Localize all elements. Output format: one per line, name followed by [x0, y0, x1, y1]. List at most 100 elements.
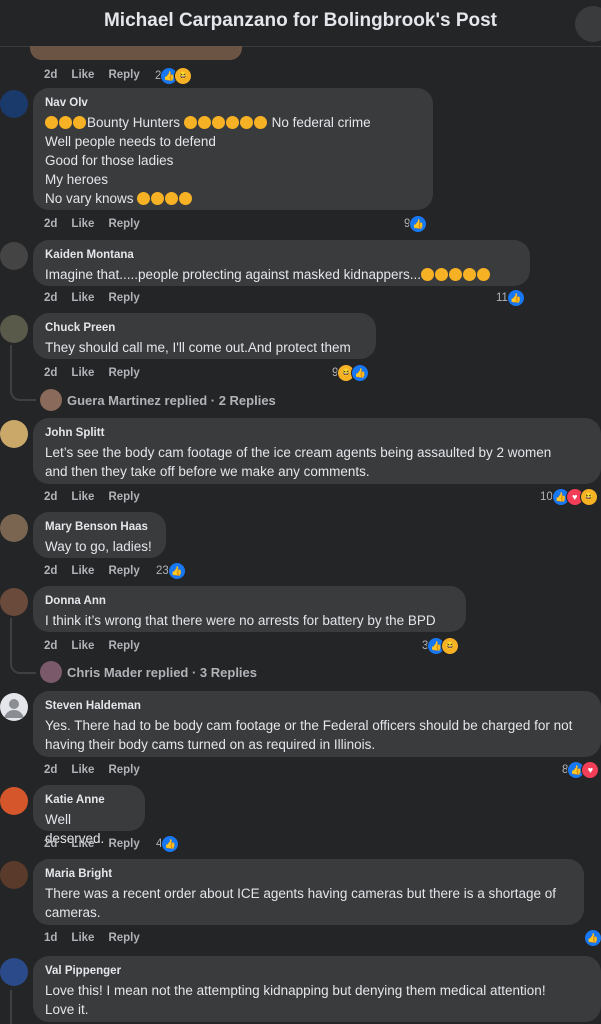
like-link[interactable]: Like: [71, 491, 94, 503]
reply-link[interactable]: Reply: [108, 367, 139, 379]
comment-bubble: Val Pippenger Love this! I mean not the …: [33, 956, 601, 1022]
comment-text: Bounty Hunters No federal crime Well peo…: [45, 115, 371, 206]
comment-text: They should call me, I'll come out.And p…: [45, 340, 351, 355]
commenter-name[interactable]: Nav Olv: [45, 96, 421, 110]
comment-text: Imagine that.....people protecting again…: [45, 265, 518, 284]
commenter-name[interactable]: Val Pippenger: [45, 964, 589, 978]
reaction-summary[interactable]: 9 😆 👍: [332, 364, 370, 382]
like-reaction-icon: 👍: [161, 835, 180, 853]
comment-bubble: Maria Bright There was a recent order ab…: [33, 859, 584, 925]
like-reaction-icon: 👍: [584, 929, 601, 947]
reply-link[interactable]: Reply: [108, 640, 139, 652]
comment-bubble: Mary Benson Haas Way to go, ladies!: [33, 512, 166, 558]
commenter-name[interactable]: Donna Ann: [45, 594, 454, 608]
comment-text: There was a recent order about ICE agent…: [45, 886, 557, 920]
commenter-name[interactable]: Chuck Preen: [45, 321, 364, 335]
haha-reaction-icon: 😆: [441, 637, 460, 655]
default-avatar-icon: [4, 699, 24, 718]
like-link[interactable]: Like: [71, 640, 94, 652]
laugh-emoji-icon: [179, 192, 193, 205]
like-reaction-icon: 👍: [506, 289, 525, 307]
haha-reaction-icon: 😆: [174, 67, 193, 85]
like-link[interactable]: Like: [71, 292, 94, 304]
comment-bubble: Kaiden Montana Imagine that.....people p…: [33, 240, 530, 286]
reply-link[interactable]: Reply: [108, 218, 139, 230]
comment-text: I think it’s wrong that there were no ar…: [45, 613, 436, 628]
avatar[interactable]: [0, 693, 28, 721]
view-replies-link[interactable]: Guera Martinez replied · 2 Replies: [40, 389, 276, 411]
view-replies-link[interactable]: Chris Mader replied · 3 Replies: [40, 661, 257, 683]
like-link[interactable]: Like: [71, 367, 94, 379]
avatar[interactable]: [0, 787, 28, 815]
like-link[interactable]: Like: [71, 565, 94, 577]
avatar[interactable]: [0, 588, 28, 616]
like-link[interactable]: Like: [71, 932, 94, 944]
post-header: Michael Carpanzano for Bolingbrook's Pos…: [0, 0, 601, 47]
commenter-name[interactable]: John Splitt: [45, 426, 589, 440]
like-link[interactable]: Like: [71, 838, 94, 850]
comment-actions: 2d Like Reply: [44, 69, 154, 81]
like-reaction-icon: 👍: [351, 364, 370, 382]
reaction-summary[interactable]: 23 👍: [156, 562, 186, 580]
laugh-emoji-icon: [211, 116, 225, 129]
reaction-summary[interactable]: 8 👍 ♥: [562, 761, 600, 779]
avatar[interactable]: [0, 242, 28, 270]
comment-bubble: Nav Olv Bounty Hunters No federal crime …: [33, 88, 433, 210]
comment-text: Way to go, ladies!: [45, 539, 152, 554]
comment-actions: 2d Like Reply: [44, 838, 140, 850]
laugh-emoji-icon: [151, 192, 165, 205]
laugh-emoji-icon: [73, 116, 86, 129]
reply-link[interactable]: Reply: [108, 292, 139, 304]
commenter-name[interactable]: Steven Haldeman: [45, 699, 589, 713]
comment-text: Love this! I mean not the attempting kid…: [45, 983, 546, 1017]
commenter-name[interactable]: Katie Anne: [45, 793, 133, 807]
laugh-emoji-icon: [476, 268, 490, 281]
reaction-summary[interactable]: 11 👍: [496, 289, 525, 307]
reaction-summary[interactable]: 3 👍 😆: [422, 637, 460, 655]
close-button[interactable]: [575, 6, 601, 42]
laugh-emoji-icon: [448, 268, 462, 281]
laugh-emoji-icon: [59, 116, 72, 129]
commenter-name[interactable]: Kaiden Montana: [45, 248, 518, 262]
reaction-summary[interactable]: 10 👍 ♥ 😆: [540, 488, 598, 506]
reply-link[interactable]: Reply: [108, 565, 139, 577]
reaction-summary[interactable]: 9 👍: [404, 215, 428, 233]
avatar[interactable]: [0, 514, 28, 542]
reply-link[interactable]: Reply: [108, 69, 139, 81]
avatar: [40, 389, 62, 411]
laugh-emoji-icon: [420, 268, 434, 281]
commenter-name[interactable]: Mary Benson Haas: [45, 520, 154, 534]
avatar[interactable]: [0, 315, 28, 343]
comment-actions: 2d Like Reply: [44, 218, 140, 230]
like-link[interactable]: Like: [71, 69, 94, 81]
avatar[interactable]: [0, 958, 28, 986]
reply-thread-line: [10, 345, 36, 401]
reply-link[interactable]: Reply: [108, 764, 139, 776]
love-reaction-icon: ♥: [581, 761, 600, 779]
commenter-name[interactable]: Maria Bright: [45, 867, 572, 881]
reaction-summary[interactable]: 4 👍: [156, 835, 180, 853]
comment-actions: 2d Like Reply: [44, 292, 140, 304]
reply-thread-line: [10, 990, 12, 1024]
reaction-summary[interactable]: 👍: [584, 929, 601, 947]
comment-bubble: John Splitt Let’s see the body cam foota…: [33, 418, 601, 484]
comment-actions: 2d Like Reply: [44, 640, 140, 652]
avatar[interactable]: [0, 420, 28, 448]
laugh-emoji-icon: [434, 268, 448, 281]
like-reaction-icon: 👍: [167, 562, 186, 580]
laugh-emoji-icon: [197, 116, 211, 129]
reply-link[interactable]: Reply: [108, 491, 139, 503]
reply-link[interactable]: Reply: [108, 932, 139, 944]
comment-text: Let’s see the body cam footage of the ic…: [45, 445, 552, 479]
reply-link[interactable]: Reply: [108, 838, 139, 850]
laugh-emoji-icon: [45, 116, 58, 129]
page-title: Michael Carpanzano for Bolingbrook's Pos…: [103, 10, 497, 31]
like-link[interactable]: Like: [71, 764, 94, 776]
comment-actions: 1d Like Reply: [44, 932, 140, 944]
like-link[interactable]: Like: [71, 218, 94, 230]
comment-bubble: Donna Ann I think it’s wrong that there …: [33, 586, 466, 632]
reaction-summary[interactable]: 2 👍 😆: [155, 67, 193, 85]
avatar[interactable]: [0, 861, 28, 889]
comment-actions: 2d Like Reply: [44, 367, 140, 379]
avatar[interactable]: [0, 90, 28, 118]
